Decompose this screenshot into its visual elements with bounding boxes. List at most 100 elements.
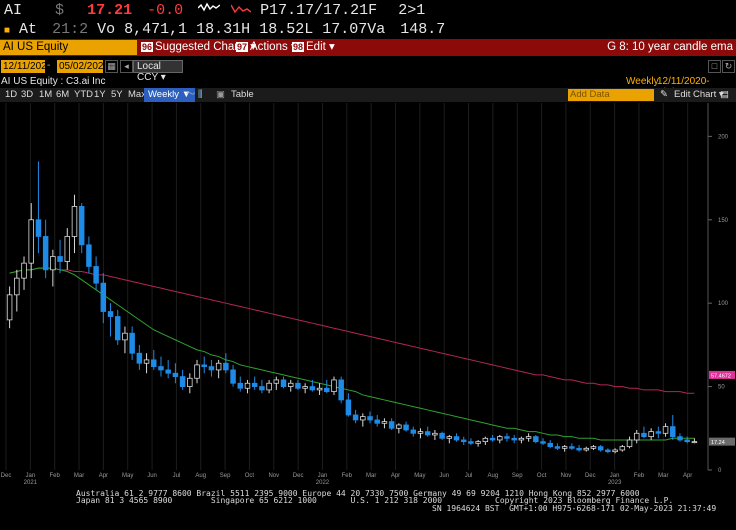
candle-body (179, 376, 186, 387)
price-chart[interactable]: Dec Jan Feb Mar Apr May Jun Jul Aug Sep Oct Nov Dec J… (0, 103, 736, 487)
last-price: 17.21 (87, 2, 133, 19)
candle-body (381, 421, 388, 424)
candle-body (64, 236, 71, 262)
candle-body (518, 437, 525, 441)
candle-body (511, 437, 517, 441)
candle-body (201, 364, 207, 367)
x-tick-label: Sep (512, 473, 523, 479)
candle-body (424, 431, 431, 436)
candle-body (93, 266, 99, 284)
candle-body (403, 424, 409, 431)
candle-body (309, 386, 316, 391)
calendar-icon[interactable]: ▦ (105, 60, 118, 73)
candle-body (561, 446, 568, 449)
candle-body (259, 386, 265, 391)
candle-body (331, 379, 337, 392)
candle-body (453, 436, 460, 441)
candle-body (21, 262, 27, 279)
x-tick-label: Feb (634, 473, 645, 479)
x-tick-label: Feb (50, 473, 61, 479)
candle-body (316, 387, 323, 391)
candles (6, 161, 698, 454)
menu-label: Edit (306, 41, 326, 53)
candle-body (251, 382, 258, 387)
candle-body (460, 439, 467, 443)
x-tick-label: Jan (318, 473, 328, 479)
candle-body (655, 431, 662, 434)
volume-label: Vo (97, 21, 116, 38)
flag-icon: ■ (4, 26, 11, 37)
refresh-icon[interactable]: ↻ (722, 60, 735, 73)
candle-body (554, 446, 561, 449)
scroll-left-icon[interactable]: ◂ (120, 60, 133, 73)
candle-body (57, 256, 63, 262)
candle-body (633, 432, 640, 441)
table-button[interactable]: Table (227, 88, 258, 102)
at-label: At (19, 21, 38, 38)
candle-body (439, 432, 445, 439)
menu-actions[interactable]: 97Actions ▾ (236, 39, 297, 56)
volume-value: 8,471,1 (124, 21, 188, 38)
x-tick-label: Aug (488, 473, 499, 479)
candle-body (302, 386, 308, 389)
currency-select[interactable]: Local CCY ▾ (133, 60, 183, 83)
candle-body (525, 436, 532, 439)
candle-body (612, 449, 618, 453)
candle-body (482, 437, 489, 443)
ticker-label: AI (4, 2, 23, 19)
candle-body (388, 421, 395, 429)
y-tick-label: 0 (718, 468, 722, 474)
footer-line-3: SN 1964624 BST GMT+1:00 H975-6268-171 02… (432, 504, 717, 513)
candle-body (684, 439, 690, 443)
chart-axes: Dec Jan Feb Mar Apr May Jun Jul Aug Sep Oct Nov Dec J… (1, 103, 735, 486)
high-suffix: L (304, 21, 314, 38)
date-range-row: 12/11/2020 - 05/02/2023 ▦ ◂ Local CCY ▾ … (0, 58, 736, 83)
candle-body (266, 382, 272, 391)
x-tick-label: Oct (245, 473, 255, 479)
y-tick-label: 150 (718, 218, 729, 224)
x-year-label: 2022 (316, 480, 330, 486)
candle-body (583, 447, 590, 451)
candle-body (100, 282, 107, 312)
candle-body (662, 426, 669, 434)
security-input[interactable]: AI US Equity (0, 40, 137, 55)
candle-body (468, 441, 474, 444)
zoom-out-icon[interactable]: □ (708, 60, 721, 73)
candle-body (417, 431, 424, 434)
candle-body (641, 432, 647, 438)
candle-body (35, 219, 42, 237)
candle-body (352, 414, 359, 421)
candle-body (345, 399, 352, 416)
candle-body (533, 436, 539, 443)
ema-lines (9, 267, 695, 441)
low-suffix: Va (367, 21, 386, 38)
trend-red-icon (230, 2, 252, 19)
x-tick-label: Jul (465, 473, 473, 479)
x-tick-label: Apr (683, 473, 692, 479)
candle-body (14, 277, 20, 296)
security-description: AI US Equity : C3.ai Inc (1, 76, 106, 87)
currency-symbol: $ (55, 2, 65, 19)
candle-body (114, 316, 121, 341)
candle-body (122, 332, 128, 341)
last-value-label: 17.24 (711, 440, 725, 446)
menu-edit[interactable]: 98 Edit ▾ (292, 39, 335, 56)
add-data-input[interactable]: Add Data (568, 89, 654, 101)
chart-options-icon[interactable]: ▤ (716, 88, 733, 102)
candle-body (215, 362, 222, 371)
x-tick-label: May (414, 473, 425, 479)
x-tick-label: Nov (561, 473, 572, 479)
x-tick-label: Apr (99, 473, 108, 479)
candle-body (151, 359, 157, 367)
x-tick-label: Jan (610, 473, 620, 479)
dropdown-icon: ▾ (329, 41, 335, 53)
x-tick-label: Jun (439, 473, 449, 479)
end-date-input[interactable]: 05/02/2023 (57, 60, 109, 73)
x-tick-label: Dec (293, 473, 304, 479)
candle-style-icon[interactable]: ⫼ (194, 88, 206, 102)
start-date-input[interactable]: 12/11/2020 (1, 60, 52, 73)
menu-number: 96 (141, 42, 154, 52)
candle-body (367, 416, 373, 421)
last-time: 21:2 (52, 21, 89, 38)
quote-line-2: ■ At 21:2 Vo 8,471,1 18.31H 18.52L 17.07… (4, 21, 445, 39)
